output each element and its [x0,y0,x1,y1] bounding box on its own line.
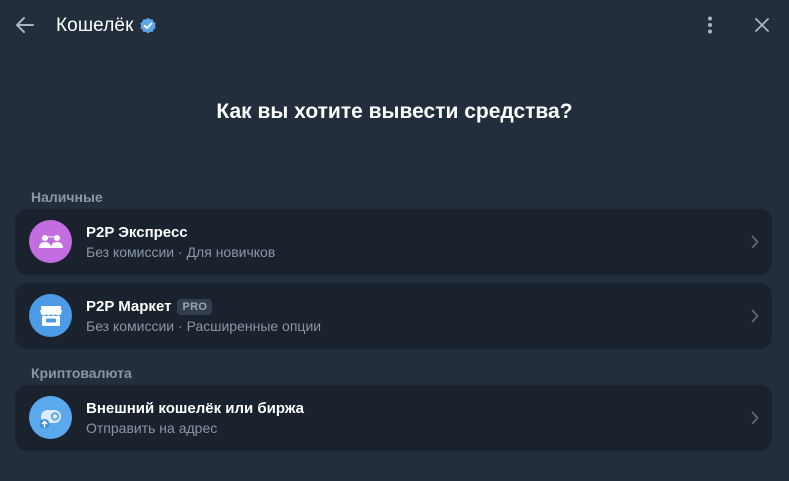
option-p2p-express[interactable]: P2P Экспресс Без комиссии · Для новичков [15,209,772,275]
page-title: Как вы хотите вывести средства? [216,100,573,123]
arrow-left-icon [16,17,34,33]
back-button[interactable] [12,12,38,38]
option-subtitle: Отправить на адрес [86,420,218,436]
option-external-wallet[interactable]: Внешний кошелёк или биржа Отправить на а… [15,385,772,451]
people-icon [29,220,72,263]
option-subtitle: Без комиссии · Расширенные опции [86,318,322,334]
option-subtitle: Без комиссии · Для новичков [86,244,276,260]
section-label-crypto: Криптовалюта [31,365,132,381]
chevron-right-icon [748,233,762,251]
option-p2p-market[interactable]: P2P Маркет PRO Без комиссии · Расширенны… [15,283,772,349]
wallet-send-icon [29,396,72,439]
section-label-cash: Наличные [31,189,103,205]
more-vertical-icon [708,16,712,34]
close-icon [755,18,769,32]
option-title: P2P Экспресс [86,224,188,241]
option-name: P2P Маркет PRO [86,298,213,315]
top-bar: Кошелёк [0,0,789,52]
title-wrap: Кошелёк [56,14,157,38]
pro-badge: PRO [177,298,213,315]
more-options-button[interactable] [698,13,722,37]
option-title: Внешний кошелёк или биржа [86,400,305,417]
option-name: Внешний кошелёк или биржа [86,400,304,417]
chevron-right-icon [748,409,762,427]
verified-badge-icon [139,17,157,35]
chevron-right-icon [748,307,762,325]
app-title: Кошелёк [56,15,134,36]
option-name: P2P Экспресс [86,224,188,241]
option-title: P2P Маркет [86,298,172,315]
close-button[interactable] [750,13,774,37]
store-icon [29,294,72,337]
